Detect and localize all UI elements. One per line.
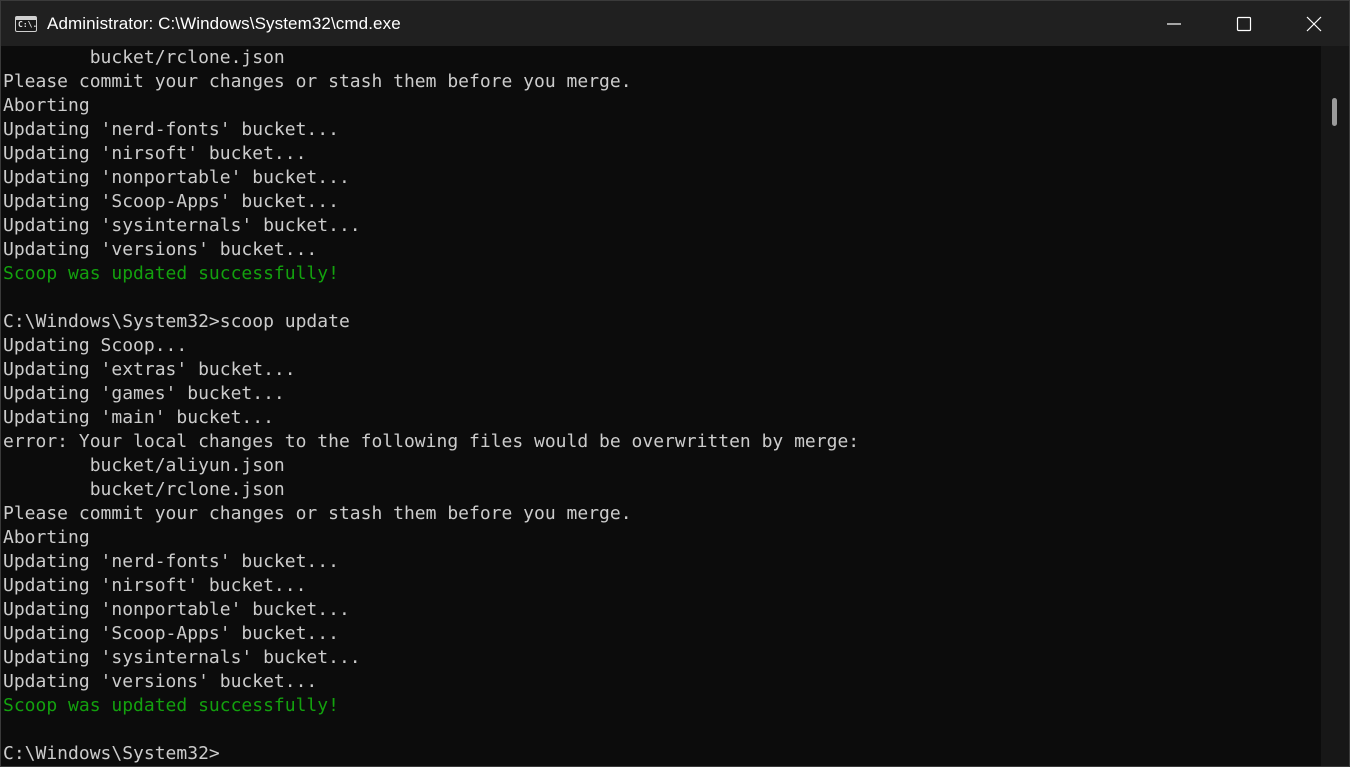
window-title: Administrator: C:\Windows\System32\cmd.e… [47, 13, 401, 33]
console-line: Updating 'nerd-fonts' bucket... [3, 551, 339, 572]
console-line: C:\Windows\System32>scoop update [3, 311, 350, 332]
console-line: error: Your local changes to the followi… [3, 431, 860, 452]
scrollbar-thumb[interactable] [1332, 98, 1337, 126]
console-line: Updating 'nonportable' bucket... [3, 599, 350, 620]
console-line: bucket/aliyun.json [3, 455, 285, 476]
console-line: Updating 'nonportable' bucket... [3, 167, 350, 188]
console-line: Updating 'versions' bucket... [3, 239, 318, 260]
console-line: Scoop was updated successfully! [3, 695, 339, 716]
console-line: Please commit your changes or stash them… [3, 71, 632, 92]
console-line: Updating 'extras' bucket... [3, 359, 296, 380]
cmd-app-icon[interactable]: C:\. [15, 15, 38, 32]
maximize-button[interactable] [1209, 1, 1279, 46]
close-button[interactable] [1279, 1, 1349, 46]
console-line: Updating 'versions' bucket... [3, 671, 318, 692]
console-line: Updating 'main' bucket... [3, 407, 274, 428]
console-line: Updating 'Scoop-Apps' bucket... [3, 623, 339, 644]
console-line: bucket/rclone.json [3, 47, 285, 68]
console-output[interactable]: bucket/rclone.json Please commit your ch… [3, 46, 1321, 766]
window-controls [1139, 1, 1349, 46]
maximize-icon [1236, 16, 1252, 32]
console-line: Updating 'nirsoft' bucket... [3, 143, 307, 164]
app-icon-glyph: C:\. [18, 19, 38, 29]
minimize-button[interactable] [1139, 1, 1209, 46]
console-line: Updating 'sysinternals' bucket... [3, 647, 361, 668]
console-line: bucket/rclone.json [3, 479, 285, 500]
console-line: Updating 'nerd-fonts' bucket... [3, 119, 339, 140]
console-line: Aborting [3, 527, 90, 548]
console-line: Updating Scoop... [3, 335, 188, 356]
minimize-icon [1167, 23, 1181, 25]
console-line: Updating 'games' bucket... [3, 383, 285, 404]
title-bar[interactable]: C:\. Administrator: C:\Windows\System32\… [1, 1, 1349, 46]
console-line: Please commit your changes or stash them… [3, 503, 632, 524]
console-line: Updating 'Scoop-Apps' bucket... [3, 191, 339, 212]
vertical-scrollbar[interactable] [1321, 46, 1349, 766]
console-line: Updating 'nirsoft' bucket... [3, 575, 307, 596]
console-line: Scoop was updated successfully! [3, 263, 339, 284]
cmd-window: C:\. Administrator: C:\Windows\System32\… [0, 0, 1350, 767]
console-prompt-line[interactable]: C:\Windows\System32> [3, 742, 1321, 766]
console-line: Updating 'sysinternals' bucket... [3, 215, 361, 236]
close-icon [1306, 16, 1322, 32]
console-line: Aborting [3, 95, 90, 116]
